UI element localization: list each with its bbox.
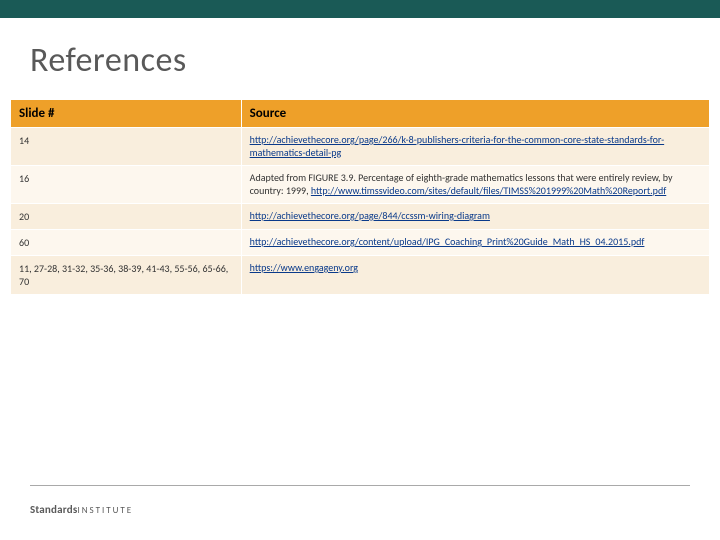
slide-cell: 14 xyxy=(11,128,242,166)
reference-link[interactable]: https://www.engageny.org xyxy=(250,261,358,274)
slide-cell: 11, 27-28, 31-32, 35-36, 38-39, 41-43, 5… xyxy=(11,256,242,295)
table-row: 16Adapted from FIGURE 3.9. Percentage of… xyxy=(11,166,710,204)
reference-link[interactable]: http://achievethecore.org/page/844/ccssm… xyxy=(250,209,490,222)
page-title: References xyxy=(30,40,720,81)
footer-brand-light: INSTITUTE xyxy=(77,505,133,516)
source-cell: https://www.engageny.org xyxy=(241,256,709,295)
slide-cell: 16 xyxy=(11,166,242,204)
reference-link[interactable]: http://achievethecore.org/content/upload… xyxy=(250,235,645,248)
footer-brand-bold: Standards xyxy=(30,503,77,516)
source-cell: http://achievethecore.org/page/266/k-8-p… xyxy=(241,128,709,166)
source-cell: Adapted from FIGURE 3.9. Percentage of e… xyxy=(241,166,709,204)
table-row: 11, 27-28, 31-32, 35-36, 38-39, 41-43, 5… xyxy=(11,256,710,295)
col-header-slide: Slide # xyxy=(11,100,242,128)
source-cell: http://achievethecore.org/content/upload… xyxy=(241,230,709,256)
table-row: 14 http://achievethecore.org/page/266/k-8… xyxy=(11,128,710,166)
references-table: Slide # Source 14 http://achievethecore.o… xyxy=(10,99,710,295)
slide-cell: 20 xyxy=(11,204,242,230)
source-cell: http://achievethecore.org/page/844/ccssm… xyxy=(241,204,709,230)
table-row: 20 http://achievethecore.org/page/844/ccs… xyxy=(11,204,710,230)
footer-logo: StandardsINSTITUTE xyxy=(30,503,133,516)
footer-divider xyxy=(30,485,690,486)
reference-link[interactable]: http://www.timssvideo.com/sites/default/… xyxy=(311,184,666,197)
slide-cell: 60 xyxy=(11,230,242,256)
top-accent-bar xyxy=(0,0,720,18)
col-header-source: Source xyxy=(241,100,709,128)
table-row: 60 http://achievethecore.org/content/uplo… xyxy=(11,230,710,256)
reference-link[interactable]: http://achievethecore.org/page/266/k-8-p… xyxy=(250,133,664,159)
